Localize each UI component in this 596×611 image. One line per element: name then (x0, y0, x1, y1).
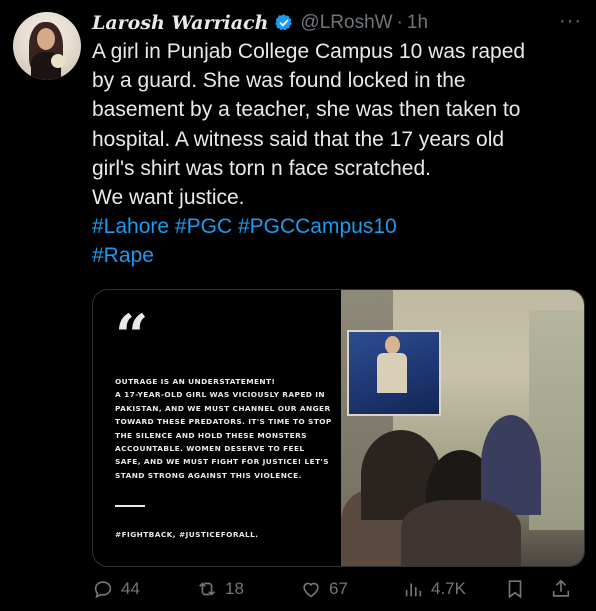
bookmark-button[interactable] (504, 574, 526, 604)
retweet-count: 18 (225, 579, 244, 598)
author-avatar[interactable] (13, 12, 81, 80)
tweet-text-line: We want justice. (92, 186, 245, 210)
quote-line: A 17-YEAR-OLD GIRL WAS VICIOUSLY RAPED I… (115, 390, 326, 400)
author-handle[interactable]: @LRoshW (300, 12, 392, 34)
views-icon (405, 583, 422, 597)
classroom-photo[interactable] (341, 290, 584, 566)
avatar-face (37, 28, 55, 50)
avatar-cup (51, 54, 65, 68)
retweet-button[interactable]: 18 (196, 574, 244, 604)
share-button[interactable] (550, 574, 572, 604)
tweet-timestamp[interactable]: 1h (407, 12, 428, 34)
poster-person-body (377, 353, 407, 393)
poster-person (377, 336, 407, 406)
quote-line: TOWARD THESE PREDATORS. IT'S TIME TO STO… (115, 417, 332, 427)
share-icon (552, 579, 570, 597)
quote-line: THE SILENCE AND HOLD THESE MONSTERS (115, 430, 307, 440)
quote-line: SAFE, AND WE MUST FIGHT FOR JUSTICE! LET… (115, 457, 329, 467)
hashtag-line: #Rape (92, 241, 582, 270)
tweet-actions: 44 18 67 4.7K (92, 574, 582, 604)
quote-image: “ OUTRAGE IS AN UNDERSTATEMENT! A 17-YEA… (93, 290, 341, 566)
quote-line: OUTRAGE IS AN UNDERSTATEMENT! (115, 377, 276, 386)
views-button[interactable]: 4.7K (402, 574, 466, 604)
hashtag-line: #Lahore #PGC #PGCCampus10 (92, 212, 582, 241)
tweet-text-line: basement by a teacher, she was then take… (92, 98, 521, 122)
tweet-text-line: by a guard. She was found locked in the (92, 69, 466, 93)
like-count: 67 (329, 579, 348, 598)
hashtag-rape[interactable]: #Rape (92, 244, 154, 267)
media-card[interactable]: “ OUTRAGE IS AN UNDERSTATEMENT! A 17-YEA… (92, 289, 585, 567)
quote-line: PAKISTAN, AND WE MUST CHANNEL OUR ANGER (115, 403, 331, 413)
quote-mark-icon: “ (115, 302, 149, 370)
retweet-icon (199, 582, 215, 596)
tweet-text: A girl in Punjab College Campus 10 was r… (92, 37, 582, 271)
quote-tags: #FIGHTBACK, #JUSTICEFORALL. (115, 530, 259, 539)
tweet-text-line: girl's shirt was torn n face scratched. (92, 156, 431, 180)
tweet-text-line: hospital. A witness said that the 17 yea… (92, 127, 505, 151)
like-icon (303, 582, 319, 598)
reply-count: 44 (121, 579, 140, 598)
views-count: 4.7K (431, 579, 466, 598)
like-button[interactable]: 67 (300, 574, 348, 604)
header-separator: · (396, 12, 403, 33)
quote-line: ACCOUNTABLE. WOMEN DESERVE TO FEEL (115, 444, 305, 454)
more-icon[interactable]: ··· (559, 10, 582, 33)
quote-line: STAND STRONG AGAINST THIS VIOLENCE. (115, 470, 302, 480)
verified-badge-icon (275, 14, 293, 31)
poster-person-head (385, 336, 400, 354)
hashtag-pgc[interactable]: #PGC (175, 215, 232, 238)
reply-button[interactable]: 44 (92, 574, 140, 604)
reply-icon (94, 581, 112, 599)
tweet-text-line: A girl in Punjab College Campus 10 was r… (92, 40, 526, 63)
tweet-header: Larosh Warriach @LRoshW · 1h ··· (92, 10, 582, 36)
quote-divider (115, 505, 145, 507)
author-display-name[interactable]: Larosh Warriach (92, 12, 268, 34)
photo-crowd (481, 415, 541, 515)
hashtag-pgccampus10[interactable]: #PGCCampus10 (238, 215, 397, 238)
photo-crowd (401, 500, 521, 566)
hashtag-lahore[interactable]: #Lahore (92, 215, 169, 238)
quote-body: OUTRAGE IS AN UNDERSTATEMENT! A 17-YEAR-… (115, 375, 335, 482)
bookmark-icon (508, 580, 522, 599)
